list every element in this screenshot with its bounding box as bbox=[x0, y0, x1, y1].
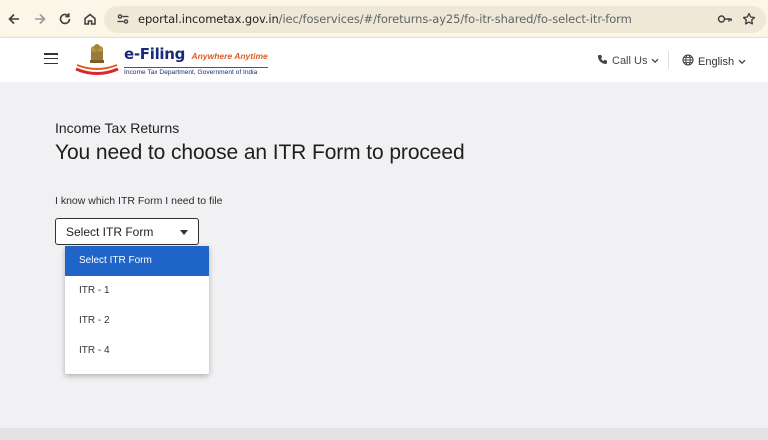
main-content: Income Tax Returns You need to choose an… bbox=[0, 82, 768, 428]
language-label: English bbox=[698, 55, 735, 68]
itr-form-select[interactable]: Select ITR Form bbox=[55, 218, 199, 245]
itr-form-dropdown: Select ITR Form ITR - 1 ITR - 2 ITR - 4 bbox=[65, 246, 209, 374]
address-bar[interactable]: eportal.incometax.gov.in/iec/foservices/… bbox=[104, 6, 766, 33]
select-value: Select ITR Form bbox=[66, 225, 154, 239]
chevron-down-icon bbox=[651, 55, 659, 67]
brand-title: e-Filing bbox=[124, 45, 186, 63]
password-key-icon[interactable] bbox=[717, 11, 733, 27]
url-text: eportal.incometax.gov.in/iec/foservices/… bbox=[138, 12, 632, 26]
page-title: You need to choose an ITR Form to procee… bbox=[55, 141, 465, 164]
chevron-down-icon bbox=[738, 56, 746, 68]
brand-tagline: Anywhere Anytime bbox=[191, 51, 268, 61]
brand-subtitle: Income Tax Department, Government of Ind… bbox=[124, 67, 268, 76]
option-itr-1[interactable]: ITR - 1 bbox=[65, 276, 209, 306]
option-itr-4[interactable]: ITR - 4 bbox=[65, 336, 209, 366]
itr-field-label: I know which ITR Form I need to file bbox=[55, 195, 223, 207]
brand-logo[interactable]: e-Filing Anywhere Anytime Income Tax Dep… bbox=[124, 45, 268, 76]
reload-icon[interactable] bbox=[55, 9, 75, 29]
footer-strip bbox=[0, 428, 768, 440]
browser-toolbar: eportal.incometax.gov.in/iec/foservices/… bbox=[0, 0, 768, 38]
back-icon[interactable] bbox=[4, 9, 24, 29]
home-icon[interactable] bbox=[80, 9, 100, 29]
hamburger-menu-icon[interactable] bbox=[44, 53, 58, 65]
globe-icon bbox=[682, 54, 694, 69]
header-divider bbox=[668, 51, 669, 69]
bookmark-star-icon[interactable] bbox=[741, 11, 757, 27]
emblem-logo[interactable] bbox=[74, 42, 120, 76]
option-itr-2[interactable]: ITR - 2 bbox=[65, 306, 209, 336]
url-domain: eportal.incometax.gov.in bbox=[138, 12, 279, 26]
section-label: Income Tax Returns bbox=[55, 120, 180, 136]
call-us-link[interactable]: Call Us bbox=[597, 54, 659, 68]
url-path: /iec/foservices/#/foreturns-ay25/fo-itr-… bbox=[278, 12, 632, 26]
site-info-icon[interactable] bbox=[116, 12, 130, 26]
site-header: e-Filing Anywhere Anytime Income Tax Dep… bbox=[0, 38, 768, 82]
call-us-label: Call Us bbox=[612, 55, 648, 67]
language-selector[interactable]: English bbox=[682, 54, 746, 69]
option-select-itr-form[interactable]: Select ITR Form bbox=[65, 246, 209, 276]
caret-down-icon bbox=[180, 230, 188, 235]
phone-icon bbox=[597, 54, 608, 68]
forward-icon[interactable] bbox=[30, 9, 50, 29]
